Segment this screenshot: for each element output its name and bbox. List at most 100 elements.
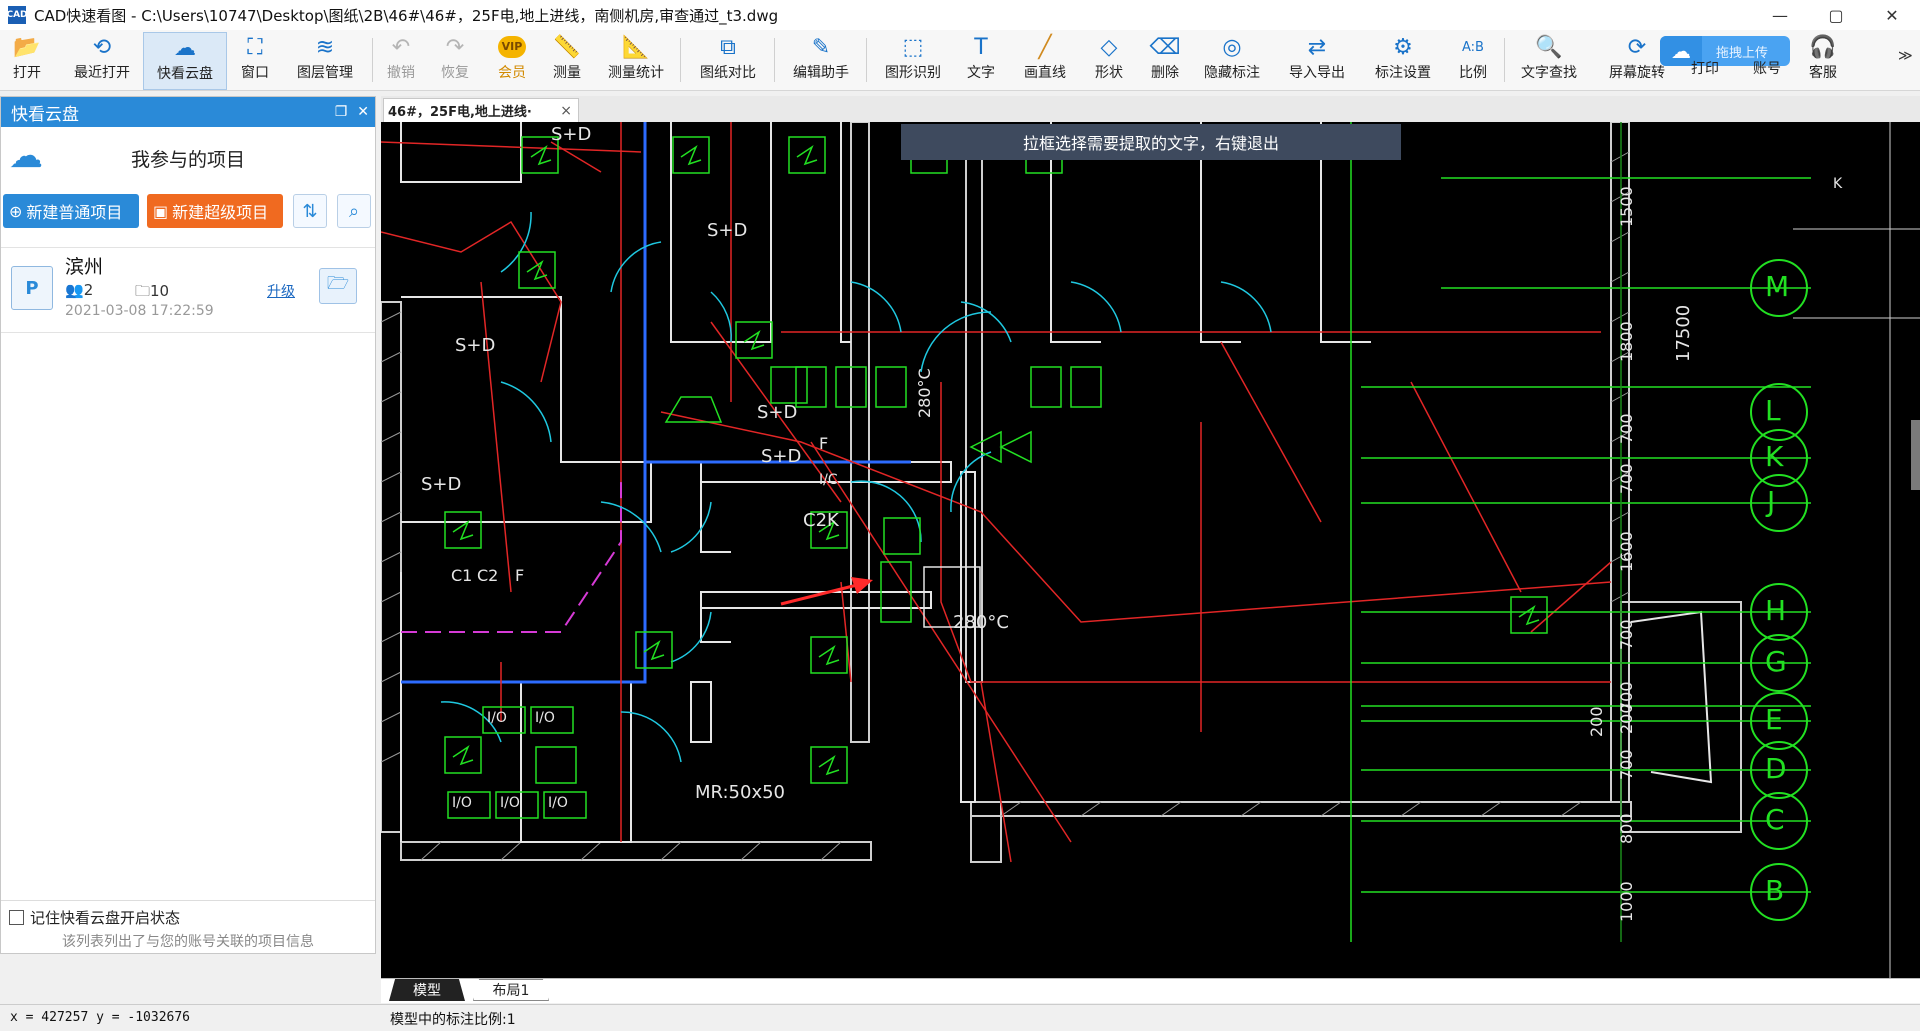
room-label-sd-6: S+D bbox=[761, 446, 802, 467]
cursor-coordinates: x = 427257 y = -1032676 bbox=[10, 1010, 191, 1025]
hide-annotation-button[interactable]: ◎ 隐藏标注 bbox=[1200, 32, 1264, 88]
room-label-sd-5: S+D bbox=[757, 402, 798, 423]
minimize-button[interactable]: — bbox=[1752, 0, 1808, 30]
measure-stat-button[interactable]: 📐 测量统计 bbox=[604, 32, 668, 88]
io-label-1: I/O bbox=[487, 710, 507, 726]
clock-icon: ⟲ bbox=[92, 34, 112, 60]
document-tab[interactable]: 46#，25F电,地上进线· × bbox=[383, 98, 579, 122]
sync-button[interactable]: ⇅ bbox=[293, 194, 327, 228]
account-button[interactable]: 账号 bbox=[1744, 58, 1790, 88]
annotation-settings-button[interactable]: ⚙ 标注设置 bbox=[1370, 32, 1436, 88]
restore-icon[interactable]: ❐ bbox=[335, 104, 348, 120]
measure-button[interactable]: 📏 测量 bbox=[544, 32, 590, 88]
axis-label-c: C bbox=[1765, 803, 1785, 836]
dim-700-e: 700 bbox=[1617, 749, 1636, 780]
import-export-icon: ⇄ bbox=[1307, 34, 1327, 60]
tab-model[interactable]: 模型 bbox=[389, 979, 465, 1001]
text-label: 文字 bbox=[967, 65, 995, 81]
open-folder-button[interactable]: 🗁 bbox=[319, 268, 357, 304]
cloud-disk-button[interactable]: ☁ 快看云盘 bbox=[143, 32, 227, 90]
dim-total: 17500 bbox=[1673, 304, 1694, 362]
redo-button[interactable]: ↷ 恢复 bbox=[432, 32, 478, 88]
undo-button[interactable]: ↶ 撤销 bbox=[378, 32, 424, 88]
door-swings bbox=[440, 211, 1272, 763]
panel-title: 快看云盘 bbox=[11, 104, 79, 125]
recent-button[interactable]: ⟲ 最近打开 bbox=[62, 32, 142, 88]
app-icon: CAD bbox=[6, 6, 28, 24]
headset-icon: 🎧 bbox=[1809, 34, 1837, 60]
cloud-disk-label: 快看云盘 bbox=[157, 66, 213, 82]
close-button[interactable]: ✕ bbox=[1864, 0, 1920, 30]
axis-label-j: J bbox=[1767, 485, 1776, 518]
scale-button[interactable]: A:B 比例 bbox=[1450, 32, 1496, 88]
maximize-button[interactable]: ▢ bbox=[1808, 0, 1864, 30]
delete-button[interactable]: ⌫ 删除 bbox=[1142, 32, 1188, 88]
shape-recognize-label: 图形识别 bbox=[885, 65, 941, 81]
dim-1800: 1800 bbox=[1617, 321, 1636, 362]
tab-close-icon[interactable]: × bbox=[560, 103, 572, 119]
temp-label-1: 280°C bbox=[915, 368, 934, 418]
f-label-1: F bbox=[515, 566, 525, 585]
panel-close-icon[interactable]: ✕ bbox=[357, 104, 369, 120]
import-export-button[interactable]: ⇄ 导入导出 bbox=[1284, 32, 1350, 88]
tab-layout1[interactable]: 布局1 bbox=[473, 979, 549, 1001]
window-icon: ⛶ bbox=[247, 34, 263, 60]
vip-label: 会员 bbox=[498, 65, 526, 81]
support-label: 客服 bbox=[1809, 65, 1837, 81]
print-button[interactable]: 打印 bbox=[1682, 58, 1728, 88]
document-tab-bar: 46#，25F电,地上进线· × bbox=[381, 96, 1920, 123]
project-members: 👥2 bbox=[65, 281, 93, 299]
members-icon: 👥 bbox=[65, 281, 84, 299]
shape-button[interactable]: ◇ 形状 bbox=[1086, 32, 1132, 88]
search-button[interactable]: ⌕ bbox=[337, 194, 371, 228]
window-button[interactable]: ⛶ 窗口 bbox=[230, 32, 280, 88]
dim-1000: 1000 bbox=[1617, 881, 1636, 922]
cad-drawing[interactable] bbox=[381, 122, 1920, 978]
new-super-project-button[interactable]: ▣ 新建超级项目 bbox=[147, 194, 283, 228]
magenta-dashed-line bbox=[401, 482, 622, 633]
open-label: 打开 bbox=[13, 65, 41, 81]
vip-button[interactable]: VIP 会员 bbox=[488, 32, 536, 88]
folder-open-icon: 📂 bbox=[13, 34, 41, 60]
checkbox-box[interactable] bbox=[9, 910, 24, 925]
redo-label: 恢复 bbox=[441, 65, 469, 81]
compare-button[interactable]: ⧉ 图纸对比 bbox=[696, 32, 760, 88]
remember-state-checkbox[interactable]: 记住快看云盘开启状态 bbox=[9, 907, 180, 928]
main-toolbar: 📂 打开 ⟲ 最近打开 ☁ 快看云盘 ⛶ 窗口 ≋ 图层管理 ↶ 撤销 ↷ 恢复… bbox=[0, 30, 1920, 91]
cad-canvas[interactable]: M L K J H G E D C B K 1500 1800 700 700 … bbox=[381, 122, 1920, 978]
room-label-sd-4: S+D bbox=[421, 474, 462, 495]
room-label-sd-1: S+D bbox=[551, 124, 592, 145]
shape-icon: ◇ bbox=[1100, 34, 1118, 60]
text-search-button[interactable]: 🔍 文字查找 bbox=[1516, 32, 1582, 88]
shape-recognize-button[interactable]: ⬚ 图形识别 bbox=[880, 32, 946, 88]
room-label-sd-2: S+D bbox=[707, 220, 748, 241]
folder-icon: 🗁 bbox=[326, 273, 350, 294]
green-fixtures bbox=[444, 136, 1548, 819]
import-export-label: 导入导出 bbox=[1289, 65, 1345, 81]
edit-assistant-button[interactable]: ✎ 编辑助手 bbox=[788, 32, 854, 88]
new-normal-project-button[interactable]: ⊕ 新建普通项目 bbox=[3, 194, 139, 228]
toolbar-overflow-icon[interactable]: ≫ bbox=[1898, 48, 1913, 64]
upgrade-link[interactable]: 升级 bbox=[267, 281, 295, 301]
annotation-scale: 模型中的标注比例:1 bbox=[390, 1012, 516, 1028]
dim-1600: 1600 bbox=[1617, 531, 1636, 572]
layer-manager-button[interactable]: ≋ 图层管理 bbox=[290, 32, 360, 88]
search-icon: ⌕ bbox=[348, 200, 360, 222]
cloud-panel: 快看云盘 ❐ ✕ ☁ 我参与的项目 ⊕ 新建普通项目 ▣ 新建超级项目 ⇅ ⌕ … bbox=[0, 96, 376, 954]
support-button[interactable]: 🎧 客服 bbox=[1800, 32, 1846, 88]
hatch-lines bbox=[381, 151, 1630, 861]
scroll-handle[interactable] bbox=[1911, 420, 1920, 490]
shape-label: 形状 bbox=[1095, 65, 1123, 81]
project-list-item[interactable]: P 滨州 👥2 🗀10 2021-03-08 17:22:59 升级 🗁 bbox=[1, 247, 375, 333]
hide-annotation-label: 隐藏标注 bbox=[1204, 65, 1260, 81]
dim-200-a: 200 bbox=[1587, 706, 1606, 737]
project-icon: P bbox=[11, 266, 53, 310]
text-button[interactable]: T 文字 bbox=[958, 32, 1004, 88]
c2k-label: C2K bbox=[803, 510, 839, 531]
measure-stat-icon: 📐 bbox=[622, 34, 650, 60]
rotate-screen-label: 屏幕旋转 bbox=[1609, 65, 1665, 81]
account-label: 账号 bbox=[1753, 61, 1781, 77]
open-button[interactable]: 📂 打开 bbox=[2, 32, 52, 88]
draw-line-button[interactable]: ╱ 画直线 bbox=[1014, 32, 1076, 88]
files-icon: 🗀 bbox=[135, 282, 151, 300]
